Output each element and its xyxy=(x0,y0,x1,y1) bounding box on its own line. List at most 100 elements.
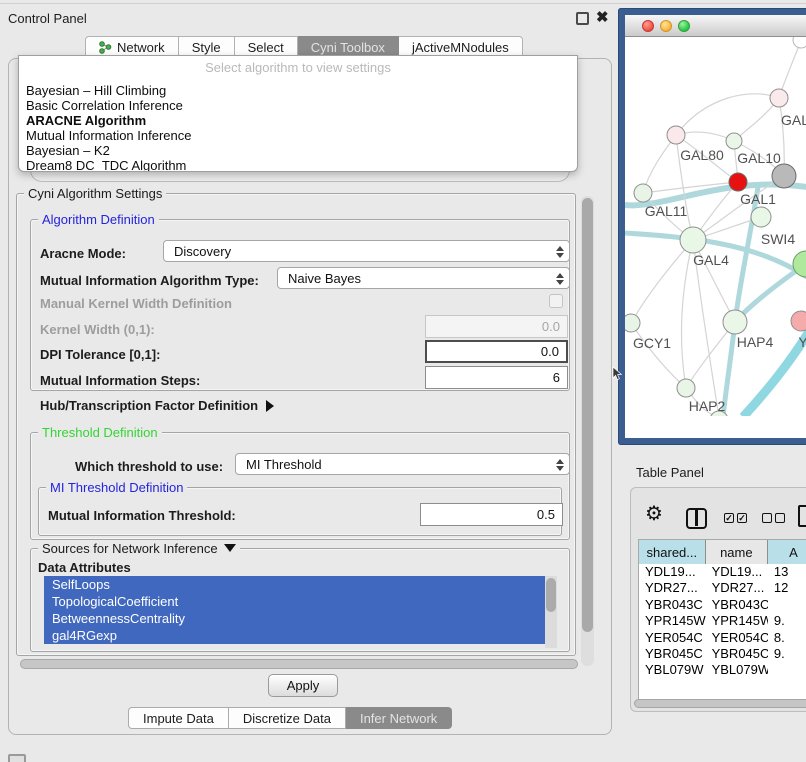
gear-icon[interactable]: ⚙ xyxy=(645,504,663,524)
algorithm-option[interactable]: ARACNE Algorithm xyxy=(26,113,191,128)
group-title: Threshold Definition xyxy=(38,425,162,440)
selected-value: Naive Bayes xyxy=(288,271,361,286)
network-window-titlebar[interactable] xyxy=(625,15,806,37)
node-label: SWI4 xyxy=(761,231,795,247)
table-row[interactable]: YER054CYER054C8. xyxy=(639,630,806,646)
node-red-selected[interactable] xyxy=(729,173,747,191)
tab-label: jActiveMNodules xyxy=(412,40,509,55)
stepper-icon xyxy=(555,458,564,472)
kernel-width-field[interactable]: 0.0 xyxy=(425,315,568,338)
node-salmon-right[interactable] xyxy=(791,311,806,331)
tab-impute-data[interactable]: Impute Data xyxy=(128,707,229,729)
table-row[interactable]: YDL19...YDL19...13 xyxy=(639,564,806,580)
node-label: GAL80 xyxy=(680,147,724,163)
scrollbar-thumb[interactable] xyxy=(582,198,593,632)
close-window-icon[interactable] xyxy=(642,20,654,32)
mi-algorithm-type-select[interactable]: Naive Bayes xyxy=(277,267,570,289)
table-cell: YBR043C xyxy=(706,597,768,613)
node-label: Y xyxy=(798,334,806,350)
node-HAP2[interactable] xyxy=(677,379,695,397)
kernel-width-label: Kernel Width (0,1): xyxy=(40,322,155,337)
which-threshold-select[interactable]: MI Threshold xyxy=(235,453,570,475)
checkbox-unchecked-icon[interactable] xyxy=(775,513,785,523)
mi-threshold-label: Mutual Information Threshold: xyxy=(48,508,236,523)
table-row[interactable]: YDR27...YDR27...12 xyxy=(639,580,806,596)
mi-steps-field[interactable]: 6 xyxy=(425,366,568,389)
algorithm-option[interactable]: Bayesian – K2 xyxy=(26,143,191,158)
table-row[interactable]: YBR045CYBR045C9. xyxy=(639,646,806,662)
minimize-window-icon[interactable] xyxy=(660,20,672,32)
scrollbar-thumb[interactable] xyxy=(546,578,556,612)
hub-definition-expander[interactable]: Hub/Transcription Factor Definition xyxy=(40,398,274,413)
sources-collapser[interactable]: Sources for Network Inference xyxy=(38,541,240,556)
selected-value: MI Threshold xyxy=(246,457,322,472)
table-row[interactable]: YBL079WYBL079W xyxy=(639,662,806,677)
attribute-list-item[interactable]: TopologicalCoefficient xyxy=(44,593,545,610)
algorithm-option[interactable]: Mutual Information Inference xyxy=(26,128,191,143)
column-header[interactable]: A xyxy=(768,540,806,564)
checkbox-checked-icon[interactable]: ✓ xyxy=(724,513,734,523)
data-attributes-list[interactable]: SelfLoopsTopologicalCoefficientBetweenne… xyxy=(44,576,557,648)
float-panel-icon[interactable] xyxy=(576,12,589,25)
attribute-list-item[interactable]: BetweennessCentrality xyxy=(44,610,545,627)
table-row[interactable]: YBR043CYBR043C xyxy=(639,597,806,613)
mi-steps-label: Mutual Information Steps: xyxy=(40,373,200,388)
checkbox-checked-icon[interactable]: ✓ xyxy=(737,513,747,523)
table-cell: YBR043C xyxy=(639,597,706,613)
node-GAL4[interactable] xyxy=(680,227,706,253)
split-columns-icon[interactable] xyxy=(686,508,707,529)
dropdown-options: Bayesian – Hill ClimbingBasic Correlatio… xyxy=(26,83,191,172)
zoom-window-icon[interactable] xyxy=(678,20,690,32)
attribute-list-item[interactable]: SelfLoops xyxy=(44,576,545,593)
settings-horizontal-scrollbar[interactable] xyxy=(20,659,578,669)
table-cell: 13 xyxy=(768,564,806,580)
sources-title: Sources for Network Inference xyxy=(42,541,218,556)
node-GAL10[interactable] xyxy=(726,133,742,149)
table-row[interactable]: YPR145WYPR145W9. xyxy=(639,613,806,629)
tab-discretize-data[interactable]: Discretize Data xyxy=(229,707,346,729)
table-panel-title: Table Panel xyxy=(636,465,704,480)
settings-vertical-scrollbar[interactable] xyxy=(581,196,594,666)
column-header[interactable]: shared... xyxy=(639,540,706,564)
algorithm-option[interactable]: Dream8 DC_TDC Algorithm xyxy=(26,158,191,172)
attribute-list-item[interactable]: gal4RGexp xyxy=(44,627,545,644)
node-GAL80[interactable] xyxy=(667,126,685,144)
network-canvas[interactable]: GAL80GAL10GAL1GAL11SWI4GAL4GCY1HAP4YHAP2… xyxy=(625,37,806,416)
network-edge xyxy=(643,135,676,193)
mouse-cursor xyxy=(612,367,622,381)
table-cell: YDL19... xyxy=(639,564,706,580)
close-panel-icon[interactable]: ✖ xyxy=(596,8,609,26)
bottom-left-button[interactable] xyxy=(8,754,26,762)
node-unlabeled-top[interactable] xyxy=(793,37,806,48)
manual-kernel-checkbox[interactable] xyxy=(549,294,563,308)
table-cell: YPR145W xyxy=(706,613,768,629)
attributes-list-scrollbar[interactable] xyxy=(545,576,557,648)
table-horizontal-scrollbar[interactable] xyxy=(634,699,806,708)
checkbox-unchecked-icon[interactable] xyxy=(762,513,772,523)
network-edge xyxy=(631,240,693,323)
algorithm-option[interactable]: Basic Correlation Inference xyxy=(26,98,191,113)
tab-infer-network[interactable]: Infer Network xyxy=(346,707,452,729)
node-GAL11[interactable] xyxy=(634,184,652,202)
node-GCY1[interactable] xyxy=(625,314,640,332)
column-header[interactable]: name xyxy=(706,540,768,564)
network-icon xyxy=(99,41,112,54)
node-SWI4[interactable] xyxy=(751,207,771,227)
aracne-mode-label: Aracne Mode: xyxy=(40,246,126,261)
dropdown-placeholder: Select algorithm to view settings xyxy=(19,60,577,75)
algorithm-option[interactable]: Bayesian – Hill Climbing xyxy=(26,83,191,98)
node-gray[interactable] xyxy=(772,164,796,188)
table-cell: YBL079W xyxy=(706,662,768,677)
mi-threshold-field[interactable]: 0.5 xyxy=(420,503,563,526)
apply-button[interactable]: Apply xyxy=(268,674,338,697)
which-threshold-label: Which threshold to use: xyxy=(75,459,223,474)
node-HAP4[interactable] xyxy=(723,310,747,334)
node-label: GAL11 xyxy=(645,203,688,219)
table-cell xyxy=(768,662,806,677)
node-pink-top[interactable] xyxy=(770,89,788,107)
dpi-tolerance-field[interactable]: 0.0 xyxy=(425,340,568,363)
new-table-icon[interactable] xyxy=(798,505,806,527)
aracne-mode-select[interactable]: Discovery xyxy=(163,240,570,262)
node-label: HAP2 xyxy=(689,398,726,414)
table-cell: YBL079W xyxy=(639,662,706,677)
